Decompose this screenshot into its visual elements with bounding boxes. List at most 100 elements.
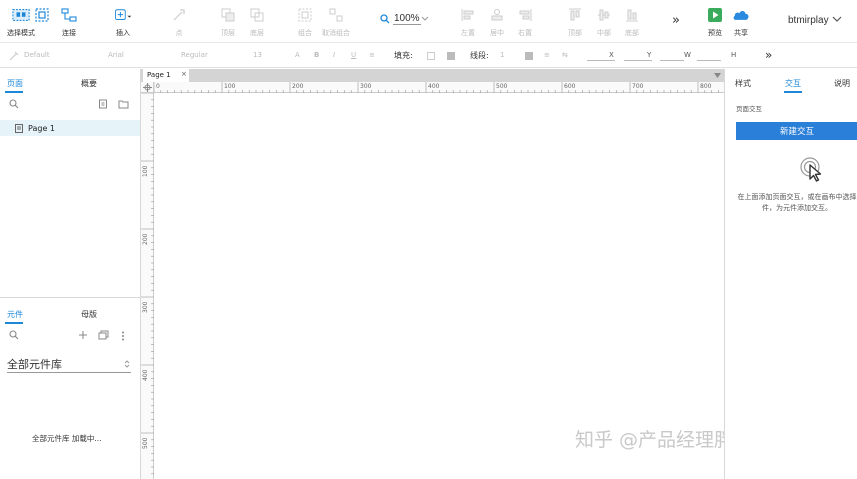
toolbar-more-button[interactable]: » — [672, 13, 680, 28]
center-align-label: 居中 — [490, 29, 504, 37]
canvas-area: Page 1 × 0 100 200 300 400 500 600 700 8… — [141, 69, 771, 479]
align-top-icon — [566, 6, 584, 24]
ruler-h-label: 200 — [292, 83, 304, 90]
cursor-click-icon — [800, 157, 822, 182]
tab-list-chevron-icon[interactable] — [714, 73, 721, 78]
stroke-width-input[interactable]: 1 — [500, 51, 504, 59]
middle-align-label: 中部 — [597, 29, 611, 37]
tab-widgets-underline — [5, 322, 23, 324]
underline-icon[interactable]: U — [351, 51, 356, 59]
tab-widgets[interactable]: 元件 — [7, 309, 23, 320]
select-mode-icon — [12, 6, 30, 24]
select-mode-button[interactable]: 选择模式 — [7, 6, 35, 40]
format-painter-icon[interactable] — [9, 51, 19, 61]
library-select[interactable]: 全部元件库 — [7, 356, 131, 373]
format-more-button[interactable]: » — [765, 48, 772, 62]
x-label: X — [609, 51, 614, 59]
align-middle-button[interactable]: 中部 — [595, 6, 613, 40]
new-interaction-button[interactable]: 新建交互 — [736, 122, 857, 140]
zoom-chevron-down-icon — [421, 16, 428, 21]
send-to-back-button[interactable]: 底层 — [248, 6, 266, 40]
add-library-icon[interactable] — [79, 331, 87, 339]
y-input[interactable] — [624, 60, 652, 61]
pages-search-icon[interactable] — [9, 99, 19, 109]
w-input[interactable] — [660, 60, 684, 61]
text-align-icon[interactable]: ≡ — [369, 51, 375, 59]
close-icon[interactable]: × — [181, 70, 187, 78]
library-copy-icon[interactable] — [98, 330, 109, 340]
stroke-pattern-icon[interactable]: ≡ — [544, 51, 550, 59]
ruler-h-label: 100 — [224, 83, 236, 90]
tab-style[interactable]: 样式 — [735, 78, 751, 89]
stroke-color-swatch[interactable] — [525, 52, 533, 60]
add-page-icon[interactable] — [98, 99, 108, 109]
page-list-item[interactable]: Page 1 — [0, 120, 140, 136]
arrow-style-icon[interactable]: ⇆ — [562, 51, 568, 59]
style-select[interactable]: Default — [24, 51, 50, 59]
fill-shadow-swatch[interactable] — [447, 52, 455, 60]
ungroup-button[interactable]: 取消组合 — [322, 6, 350, 40]
bold-icon[interactable]: B — [314, 51, 319, 59]
ruler-h-label: 400 — [428, 83, 440, 90]
weight-select[interactable]: Regular — [181, 51, 208, 59]
left-align-label: 左置 — [461, 29, 475, 37]
bottom-label: 底层 — [250, 29, 264, 37]
align-bottom-button[interactable]: 底部 — [623, 6, 641, 40]
ruler-v-label: 100 — [142, 165, 149, 177]
align-center-icon — [488, 6, 506, 24]
library-more-icon[interactable] — [121, 331, 125, 341]
align-right-icon — [516, 6, 534, 24]
preview-label: 预览 — [708, 29, 722, 37]
interaction-hint: 在上面添加页面交互，或在画布中选择 件，为元件添加交互。 — [736, 192, 857, 214]
tab-outline[interactable]: 概要 — [81, 78, 97, 89]
group-button[interactable]: 组合 — [296, 6, 314, 40]
ruler-v-label: 200 — [142, 233, 149, 245]
ruler-h-label: 700 — [632, 83, 644, 90]
share-button[interactable]: 共享 — [732, 6, 750, 40]
connect-button[interactable]: 连接 — [60, 6, 78, 40]
tab-interactions[interactable]: 交互 — [785, 78, 801, 89]
bring-to-front-button[interactable]: 顶层 — [219, 6, 237, 40]
vertical-ruler-ticks — [141, 93, 154, 475]
align-bottom-icon — [623, 6, 641, 24]
tab-pages[interactable]: 页面 — [7, 78, 23, 89]
tab-notes[interactable]: 说明 — [834, 78, 850, 89]
align-center-button[interactable]: 居中 — [488, 6, 506, 40]
widgets-search-icon[interactable] — [9, 330, 19, 340]
ruler-corner[interactable] — [141, 82, 154, 93]
font-color-icon[interactable]: A — [295, 51, 300, 59]
user-chevron-down-icon[interactable] — [832, 15, 842, 23]
italic-icon[interactable]: I — [333, 51, 335, 59]
zoom-search-icon — [380, 14, 390, 24]
font-select[interactable]: Arial — [108, 51, 124, 59]
point-label: 点 — [175, 29, 183, 37]
connector-icon — [60, 6, 78, 24]
font-size-select[interactable]: 13 — [253, 51, 262, 59]
x-input[interactable] — [587, 60, 615, 61]
hint-line-1: 在上面添加页面交互，或在画布中选择 — [737, 193, 857, 201]
ruler-h-label: 500 — [496, 83, 508, 90]
group-label: 组合 — [298, 29, 312, 37]
ungroup-label: 取消组合 — [322, 29, 350, 37]
user-menu[interactable]: btmirplay — [788, 15, 829, 26]
top-label: 顶层 — [221, 29, 235, 37]
panel-divider — [0, 297, 140, 298]
document-tab[interactable]: Page 1 × — [143, 69, 189, 82]
tab-masters[interactable]: 母版 — [81, 309, 97, 320]
share-label: 共享 — [734, 29, 748, 37]
left-panel: 页面 概要 Page 1 元件 母版 全部元件库 全部元件库 加载中... — [0, 69, 141, 479]
zoom-control[interactable]: 100% — [380, 13, 429, 25]
fill-color-swatch[interactable] — [427, 52, 435, 60]
point-button[interactable]: 点 — [170, 6, 188, 40]
insert-button[interactable]: 插入 — [114, 6, 132, 40]
align-right-button[interactable]: 右置 — [516, 6, 534, 40]
insert-label: 插入 — [116, 29, 130, 37]
select-contained-button[interactable] — [33, 6, 51, 40]
zoom-value: 100% — [393, 13, 421, 25]
design-canvas[interactable] — [155, 94, 723, 478]
h-input[interactable] — [697, 60, 721, 61]
preview-button[interactable]: 预览 — [706, 6, 724, 40]
add-folder-icon[interactable] — [118, 99, 129, 109]
align-top-button[interactable]: 顶部 — [566, 6, 584, 40]
align-left-button[interactable]: 左置 — [459, 6, 477, 40]
